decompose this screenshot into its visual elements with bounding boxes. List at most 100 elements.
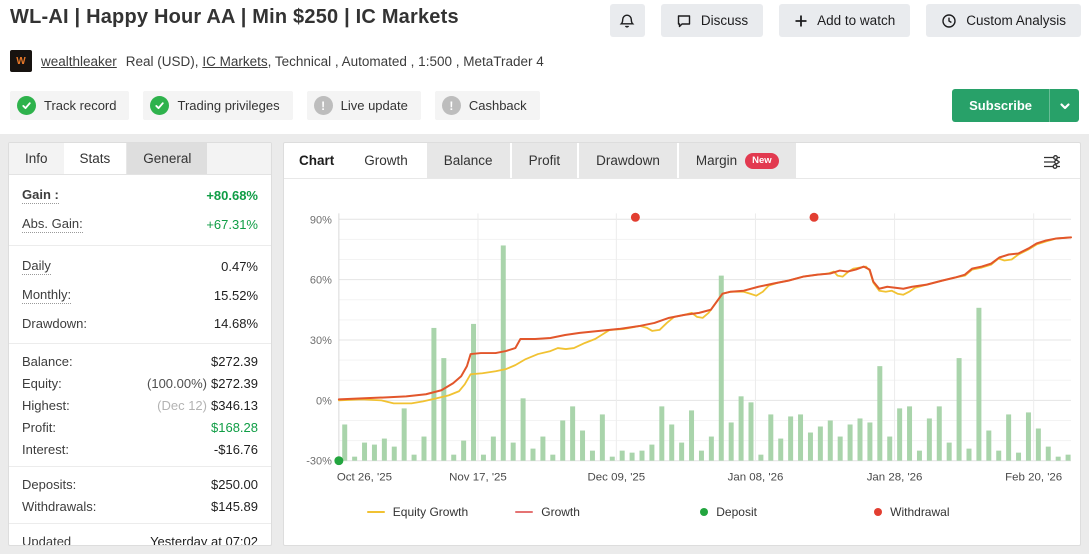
legend-item-equity-growth: Equity Growth (367, 505, 468, 519)
stat-value-prefix: (Dec 12) (157, 398, 207, 413)
legend-item-growth: Growth (515, 505, 580, 519)
account-meta-suffix: , Technical , Automated , 1:500 , MetaTr… (268, 54, 544, 69)
account-meta-prefix: Real (USD), (126, 54, 199, 69)
custom-analysis-button[interactable]: Custom Analysis (926, 4, 1081, 37)
tab-general[interactable]: General (127, 143, 207, 174)
tab-info[interactable]: Info (9, 143, 64, 174)
badges-row: Track record Trading privileges ! Live u… (10, 89, 1081, 122)
badge-label: Trading privileges (177, 98, 279, 113)
custom-analysis-label: Custom Analysis (966, 13, 1066, 28)
stat-label: Updated (22, 534, 71, 547)
discuss-button[interactable]: Discuss (661, 4, 763, 37)
stat-label: Withdrawals: (22, 499, 96, 514)
stat-value: $145.89 (211, 499, 258, 514)
stat-label: Gain : (22, 187, 59, 204)
chart-settings-button[interactable] (1040, 151, 1064, 176)
stat-row-deposits: Deposits: $250.00 (9, 473, 271, 495)
svg-text:Oct 26, '25: Oct 26, '25 (337, 472, 392, 484)
svg-text:Feb 20, '26: Feb 20, '26 (1005, 472, 1062, 484)
badge-label: Live update (341, 98, 408, 113)
chevron-down-icon[interactable] (1049, 89, 1079, 122)
subscribe-split-button[interactable]: Subscribe (952, 89, 1079, 122)
username-link[interactable]: wealthleaker (41, 54, 117, 69)
stat-value: Yesterday at 07:02 (150, 534, 258, 547)
stat-value: $250.00 (211, 477, 258, 492)
growth-chart: 90%60%30%0%-30%Oct 26, '25Nov 17, '25Dec… (285, 185, 1079, 493)
stat-row-equity: Equity: (100.00%)$272.39 (9, 372, 271, 394)
svg-text:90%: 90% (310, 214, 332, 226)
main-content: Info Stats General Gain : +80.68% Abs. G… (0, 134, 1089, 554)
tab-stats[interactable]: Stats (64, 143, 128, 174)
stats-panel-tabs: Info Stats General (9, 143, 271, 175)
stat-row-daily: Daily 0.47% (9, 252, 271, 281)
stat-value: $168.28 (211, 420, 258, 435)
plus-icon (794, 14, 808, 28)
tab-drawdown[interactable]: Drawdown (579, 143, 677, 178)
subscribe-button[interactable]: Subscribe (952, 89, 1049, 122)
stat-value: (Dec 12)$346.13 (157, 398, 258, 413)
page-header: WL-AI | Happy Hour AA | Min $250 | IC Ma… (0, 0, 1089, 134)
stats-group-rates: Daily 0.47% Monthly: 15.52% Drawdown: 14… (9, 246, 271, 344)
check-icon (150, 96, 169, 115)
stat-row-profit: Profit: $168.28 (9, 416, 271, 438)
stat-value: $272.39 (211, 354, 258, 369)
stat-value: 0.47% (221, 259, 258, 274)
alerts-button[interactable] (610, 4, 645, 37)
account-info-row: W wealthleaker Real (USD), IC Markets, T… (10, 50, 1081, 72)
stats-group-meta: Updated Yesterday at 07:02 Tracking 0 (9, 524, 271, 546)
discuss-label: Discuss (701, 13, 748, 28)
verification-badges: Track record Trading privileges ! Live u… (10, 91, 540, 120)
badge-cashback: ! Cashback (435, 91, 540, 120)
stats-group-balance: Balance: $272.39 Equity: (100.00%)$272.3… (9, 344, 271, 467)
discuss-icon (676, 13, 692, 29)
stat-label: Drawdown: (22, 316, 87, 331)
svg-text:Jan 28, '26: Jan 28, '26 (867, 472, 923, 484)
legend-label: Equity Growth (393, 505, 468, 519)
broker-link[interactable]: IC Markets (202, 54, 267, 69)
badge-live-update: ! Live update (307, 91, 421, 120)
stat-value-prefix: (100.00%) (147, 376, 207, 391)
tab-profit[interactable]: Profit (512, 143, 578, 178)
svg-text:Dec 09, '25: Dec 09, '25 (588, 472, 646, 484)
chart-area: 90%60%30%0%-30%Oct 26, '25Nov 17, '25Dec… (284, 179, 1080, 526)
stat-label: Highest: (22, 398, 70, 413)
header-actions: Discuss Add to watch Custom Analysis (610, 4, 1081, 37)
growth-swatch (515, 511, 533, 513)
legend-label: Deposit (716, 505, 757, 519)
account-meta: Real (USD), IC Markets, Technical , Auto… (126, 54, 544, 69)
chart-section-label: Chart (299, 143, 334, 178)
chart-tabs: Chart Growth Balance Profit Drawdown Mar… (284, 143, 1080, 179)
stat-row-withdrawals: Withdrawals: $145.89 (9, 495, 271, 517)
stat-row-highest: Highest: (Dec 12)$346.13 (9, 394, 271, 416)
stat-label: Abs. Gain: (22, 216, 83, 233)
equity-growth-swatch (367, 511, 385, 513)
exclamation-icon: ! (314, 96, 333, 115)
exclamation-icon: ! (442, 96, 461, 115)
svg-text:30%: 30% (310, 335, 332, 347)
stat-row-monthly: Monthly: 15.52% (9, 281, 271, 310)
stat-row-drawdown: Drawdown: 14.68% (9, 310, 271, 337)
stat-row-updated: Updated Yesterday at 07:02 (9, 530, 271, 546)
bell-icon (619, 13, 635, 29)
legend-item-deposit: Deposit (700, 505, 757, 519)
stat-row-balance: Balance: $272.39 (9, 350, 271, 372)
badge-label: Track record (44, 98, 116, 113)
add-to-watch-button[interactable]: Add to watch (779, 4, 910, 37)
badge-label: Cashback (469, 98, 527, 113)
svg-text:60%: 60% (310, 275, 332, 287)
stat-label: Daily (22, 258, 51, 275)
stat-label: Deposits: (22, 477, 76, 492)
stat-label: Balance: (22, 354, 73, 369)
sliders-icon (1042, 159, 1062, 174)
tab-balance[interactable]: Balance (427, 143, 510, 178)
avatar: W (10, 50, 32, 72)
stat-row-interest: Interest: -$16.76 (9, 438, 271, 460)
tab-margin[interactable]: Margin New (679, 143, 796, 178)
tab-growth[interactable]: Growth (347, 143, 425, 178)
stat-label: Interest: (22, 442, 69, 457)
legend-item-withdrawal: Withdrawal (874, 505, 949, 519)
svg-text:-30%: -30% (306, 456, 332, 468)
chart-panel: Chart Growth Balance Profit Drawdown Mar… (283, 142, 1081, 546)
new-badge: New (745, 153, 779, 169)
stat-value: (100.00%)$272.39 (147, 376, 258, 391)
